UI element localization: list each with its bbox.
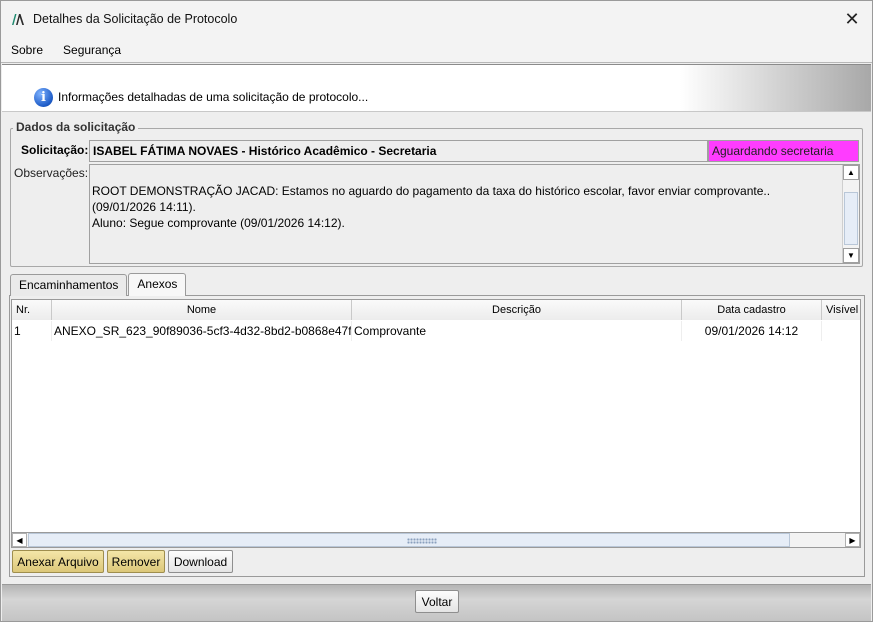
close-icon: ✕ (844, 8, 860, 29)
observacao-line: ROOT DEMONSTRAÇÃO JACAD: Estamos no agua… (92, 184, 771, 214)
menu-seguranca[interactable]: Segurança (53, 43, 131, 57)
arrow-up-icon: ▲ (847, 168, 855, 177)
group-title: Dados da solicitação (13, 120, 139, 134)
table-header: Nr. Nome Descrição Data cadastro Visível (12, 300, 860, 320)
arrow-right-icon: ▶ (849, 535, 856, 545)
arrow-left-icon: ◀ (16, 535, 23, 545)
close-button[interactable]: ✕ (838, 5, 866, 33)
anexar-arquivo-button[interactable]: Anexar Arquivo (12, 550, 104, 573)
tab-encaminhamentos[interactable]: Encaminhamentos (10, 274, 128, 296)
scroll-right-button[interactable]: ▶ (845, 533, 860, 547)
table-horizontal-scrollbar[interactable]: ◀ ▶ (11, 532, 861, 548)
voltar-button[interactable]: Voltar (415, 590, 459, 613)
observacoes-scrollbar[interactable]: ▲ ▼ (842, 165, 859, 263)
column-header-nr[interactable]: Nr. (12, 300, 52, 320)
solicitacao-field[interactable]: ISABEL FÁTIMA NOVAES - Histórico Acadêmi… (89, 140, 708, 162)
table-row[interactable]: 1 ANEXO_SR_623_90f89036-5cf3-4d32-8bd2-b… (12, 321, 860, 341)
scroll-left-button[interactable]: ◀ (12, 533, 27, 547)
status-badge: Aguardando secretaria (708, 140, 859, 162)
cell-descricao: Comprovante (352, 321, 682, 341)
dialog-window: Detalhes da Solicitação de Protocolo ✕ S… (0, 0, 873, 622)
cell-nr: 1 (12, 321, 52, 341)
tab-strip: Encaminhamentos Anexos (10, 273, 187, 296)
menu-sobre[interactable]: Sobre (1, 43, 53, 57)
title-bar: Detalhes da Solicitação de Protocolo ✕ (1, 1, 872, 37)
observacoes-textarea[interactable]: ROOT DEMONSTRAÇÃO JACAD: Estamos no agua… (89, 164, 860, 264)
cell-data-cadastro: 09/01/2026 14:12 (682, 321, 822, 341)
observacao-line: Aluno: Segue comprovante (09/01/2026 14:… (92, 216, 345, 230)
solicitacao-label: Solicitação: (21, 143, 89, 157)
column-header-nome[interactable]: Nome (52, 300, 352, 320)
tab-anexos[interactable]: Anexos (128, 273, 187, 296)
remover-button[interactable]: Remover (107, 550, 165, 573)
column-header-visivel[interactable]: Visível (822, 300, 860, 320)
horizontal-scroll-thumb[interactable] (28, 533, 790, 547)
scroll-down-button[interactable]: ▼ (843, 248, 859, 263)
bottom-button-bar: Voltar (2, 584, 871, 621)
scroll-up-button[interactable]: ▲ (843, 165, 859, 180)
cell-visivel (822, 321, 860, 341)
observacoes-label: Observações: (14, 166, 89, 180)
arrow-down-icon: ▼ (847, 251, 855, 260)
cell-nome: ANEXO_SR_623_90f89036-5cf3-4d32-8bd2-b08… (52, 321, 352, 341)
info-banner: i Informações detalhadas de uma solicita… (2, 64, 871, 112)
app-logo-icon (12, 14, 24, 25)
info-text: Informações detalhadas de uma solicitaçã… (58, 90, 369, 104)
observacoes-content: ROOT DEMONSTRAÇÃO JACAD: Estamos no agua… (92, 183, 837, 231)
column-header-data-cadastro[interactable]: Data cadastro (682, 300, 822, 320)
window-title: Detalhes da Solicitação de Protocolo (33, 12, 238, 26)
column-header-descricao[interactable]: Descrição (352, 300, 682, 320)
download-button[interactable]: Download (168, 550, 233, 573)
grip-icon (407, 538, 437, 544)
anexos-table: Nr. Nome Descrição Data cadastro Visível… (11, 299, 861, 533)
menu-bar: Sobre Segurança (1, 37, 872, 63)
scroll-thumb[interactable] (844, 192, 858, 245)
info-icon: i (34, 88, 53, 107)
